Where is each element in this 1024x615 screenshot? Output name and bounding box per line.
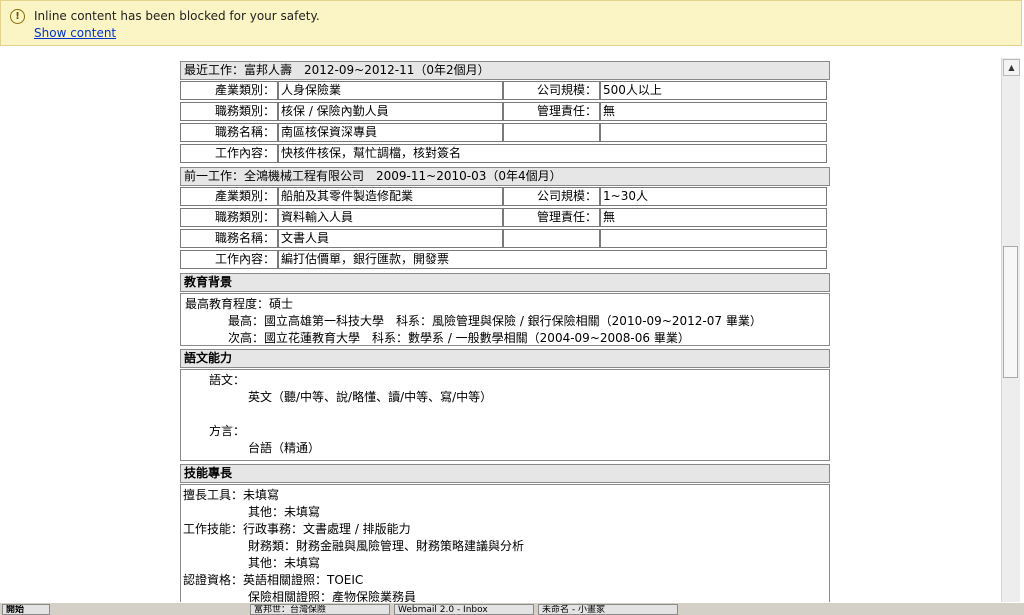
job-category-value: 核保 / 保險內勤人員 (278, 102, 503, 121)
content-blocked-infobar: ! Inline content has been blocked for yo… (0, 0, 1022, 46)
management-label: 管理責任： (503, 208, 600, 227)
skills-line: 認證資格：英語相關證照：TOEIC (183, 573, 364, 587)
job-title-value: 文書人員 (278, 229, 503, 248)
table-row: 產業類別： 人身保險業 公司規模： 500人以上 (180, 81, 830, 101)
skills-line: 其他：未填寫 (248, 556, 321, 570)
language-header: 語文能力 (180, 349, 830, 368)
skills-line: 工作技能：行政事務：文書處理 / 排版能力 (183, 522, 411, 536)
education-first: 最高：國立高雄第一科技大學 科系：風險管理與保險 / 銀行保險相關（2010-0… (228, 314, 762, 328)
taskbar: 開始 富邦世：台灣保險 Webmail 2.0 - Inbox 未命名 - 小畫… (0, 602, 1024, 615)
company-size-label: 公司規模： (503, 187, 600, 206)
scroll-thumb[interactable] (1003, 246, 1018, 378)
highest-education: 最高教育程度：碩士 (185, 297, 294, 311)
management-value: 無 (600, 102, 827, 121)
job-category-label: 職務類別： (180, 102, 278, 121)
page-content: 最近工作：富邦人壽 2012-09~2012-11（0年2個月） 產業類別： 人… (0, 58, 1001, 602)
scroll-up-icon[interactable]: ▲ (1003, 59, 1020, 76)
job-title-label: 職務名稱： (180, 123, 278, 142)
skills-box: 擅長工具：未填寫 其他：未填寫 工作技能：行政事務：文書處理 / 排版能力 財務… (180, 484, 830, 602)
taskbar-item[interactable]: 富邦世：台灣保險 (250, 604, 390, 615)
show-content-link[interactable]: Show content (34, 26, 116, 40)
education-header: 教育背景 (180, 273, 830, 292)
industry-value: 船舶及其零件製造修配業 (278, 187, 503, 206)
skills-header: 技能專長 (180, 464, 830, 483)
job-content-value: 編打估價單，銀行匯款，開發票 (278, 250, 827, 269)
empty-cell (503, 123, 600, 142)
education-second: 次高：國立花蓮教育大學 科系：數學系 / 一般數學相關（2004-09~2008… (228, 331, 690, 345)
job-content-label: 工作內容： (180, 250, 278, 269)
company-size-value: 500人以上 (600, 81, 827, 100)
job-title-value: 南區核保資深專員 (278, 123, 503, 142)
table-row: 工作內容： 編打估價單，銀行匯款，開發票 (180, 250, 830, 270)
language-label: 語文： (209, 373, 246, 387)
recent-job-header: 最近工作：富邦人壽 2012-09~2012-11（0年2個月） (180, 61, 830, 80)
vertical-scrollbar[interactable]: ▲ (1001, 58, 1020, 602)
empty-cell (600, 123, 827, 142)
skills-line: 保險相關證照：產物保險業務員 (248, 590, 417, 602)
table-row: 產業類別： 船舶及其零件製造修配業 公司規模： 1~30人 (180, 187, 830, 207)
management-value: 無 (600, 208, 827, 227)
empty-cell (600, 229, 827, 248)
language-box: 語文： 英文（聽/中等、說/略懂、讀/中等、寫/中等） 方言： 台語（精通） (180, 369, 830, 461)
infobar-message: Inline content has been blocked for your… (34, 9, 320, 23)
industry-value: 人身保險業 (278, 81, 503, 100)
previous-job-header: 前一工作：全鴻機械工程有限公司 2009-11~2010-03（0年4個月） (180, 167, 830, 186)
industry-label: 產業類別： (180, 187, 278, 206)
taskbar-item[interactable]: Webmail 2.0 - Inbox (394, 604, 534, 615)
table-row: 職務類別： 核保 / 保險內勤人員 管理責任： 無 (180, 102, 830, 122)
education-box: 最高教育程度：碩士 最高：國立高雄第一科技大學 科系：風險管理與保險 / 銀行保… (180, 293, 830, 346)
language-value: 英文（聽/中等、說/略懂、讀/中等、寫/中等） (248, 390, 493, 404)
taskbar-item[interactable]: 未命名 - 小畫家 (538, 604, 678, 615)
job-category-label: 職務類別： (180, 208, 278, 227)
dialect-value: 台語（精通） (248, 441, 321, 455)
table-row: 工作內容： 快核件核保，幫忙調檔，核對簽名 (180, 144, 830, 164)
skills-line: 其他：未填寫 (248, 505, 321, 519)
skills-line: 財務類：財務金融與風險管理、財務策略建議與分析 (248, 539, 525, 553)
skills-line: 擅長工具：未填寫 (183, 488, 280, 502)
management-label: 管理責任： (503, 102, 600, 121)
job-content-value: 快核件核保，幫忙調檔，核對簽名 (278, 144, 827, 163)
table-row: 職務類別： 資料輸入人員 管理責任： 無 (180, 208, 830, 228)
job-title-label: 職務名稱： (180, 229, 278, 248)
company-size-value: 1~30人 (600, 187, 827, 206)
dialect-label: 方言： (209, 424, 246, 438)
empty-cell (503, 229, 600, 248)
job-category-value: 資料輸入人員 (278, 208, 503, 227)
resume-panel: 最近工作：富邦人壽 2012-09~2012-11（0年2個月） 產業類別： 人… (180, 58, 830, 602)
start-button[interactable]: 開始 (2, 604, 50, 615)
warning-icon: ! (10, 9, 25, 24)
job-content-label: 工作內容： (180, 144, 278, 163)
industry-label: 產業類別： (180, 81, 278, 100)
company-size-label: 公司規模： (503, 81, 600, 100)
table-row: 職務名稱： 南區核保資深專員 (180, 123, 830, 143)
table-row: 職務名稱： 文書人員 (180, 229, 830, 249)
